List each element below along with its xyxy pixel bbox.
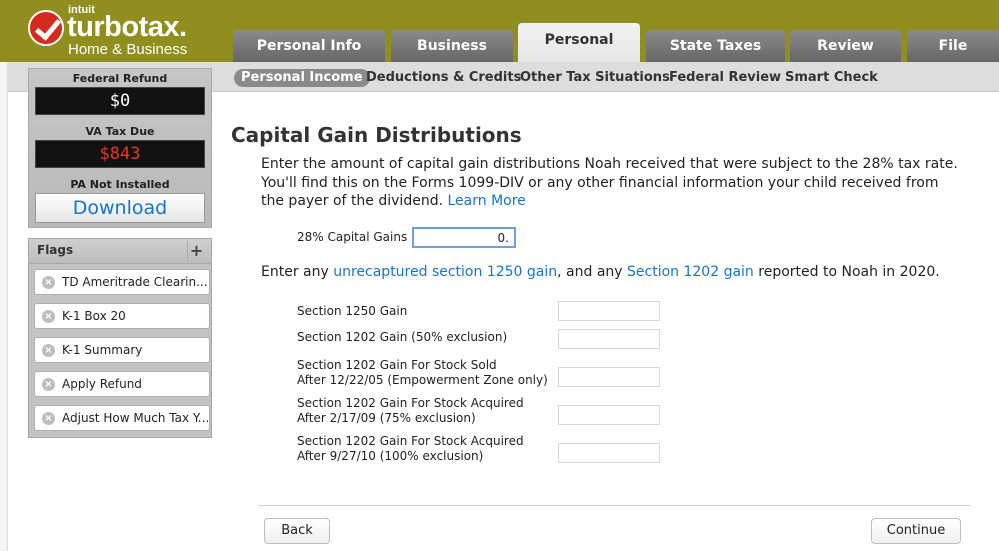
capital-gains-28-input[interactable] [412,227,516,248]
unrecaptured-1250-link[interactable]: unrecaptured section 1250 gain [333,264,557,280]
flag-label: TD Ameritrade Clearin... [62,275,208,289]
download-button[interactable]: Download [35,193,205,223]
remove-flag-icon[interactable]: × [42,378,55,391]
page-title: Capital Gain Distributions [231,123,522,147]
gain-instructions-suffix: reported to Noah in 2020. [758,264,940,280]
section-1250-gain-label: Section 1250 Gain [297,304,408,318]
section-1202-empowerment-input[interactable] [558,367,660,387]
flag-label: K-1 Box 20 [62,309,126,323]
back-button[interactable]: Back [264,518,330,544]
main-tabs: Personal Info Business Personal State Ta… [0,0,999,62]
intro-text: Enter the amount of capital gain distrib… [261,155,961,211]
tab-personal-info[interactable]: Personal Info [233,30,385,62]
refund-meter: Federal Refund $0 VA Tax Due $843 PA Not… [28,68,212,228]
background-window-edge [0,62,8,551]
capital-gains-28-label: 28% Capital Gains [297,230,408,244]
subnav-personal-income[interactable]: Personal Income [234,69,370,87]
tab-review[interactable]: Review [790,30,901,62]
gain-instructions: Enter any unrecaptured section 1250 gain… [261,264,981,280]
section-1202-empowerment-label: Section 1202 Gain For Stock Sold After 12… [297,358,548,387]
flag-item[interactable]: × Adjust How Much Tax Y... [34,405,210,431]
remove-flag-icon[interactable]: × [42,344,55,357]
section-1202-100-input[interactable] [558,443,660,463]
subnav-federal-review[interactable]: Federal Review [669,69,781,87]
flag-label: Apply Refund [62,377,142,391]
state-not-installed-label: PA Not Installed [70,178,170,191]
flags-list: × TD Ameritrade Clearin... × K-1 Box 20 … [28,264,212,438]
footer-divider [258,505,970,506]
section-1202-100-label: Section 1202 Gain For Stock Acquired Afte… [297,434,524,463]
flag-label: Adjust How Much Tax Y... [62,411,210,425]
subnav-other-tax-situations[interactable]: Other Tax Situations [520,69,670,87]
flags-title: Flags [37,243,74,257]
tab-state-taxes[interactable]: State Taxes [646,30,785,62]
state-tax-due-label: VA Tax Due [85,125,155,138]
flag-item[interactable]: × TD Ameritrade Clearin... [34,269,210,295]
section-1202-50-label: Section 1202 Gain (50% exclusion) [297,330,508,344]
subnav-deductions-credits[interactable]: Deductions & Credits [366,69,521,87]
remove-flag-icon[interactable]: × [42,310,55,323]
learn-more-link[interactable]: Learn More [447,193,525,209]
gain-instructions-prefix: Enter any [261,264,329,280]
subnav-smart-check[interactable]: Smart Check [785,69,878,87]
flags-header: Flags + [28,238,212,264]
state-tax-due-value: $843 [35,140,205,168]
section-1202-link[interactable]: Section 1202 gain [627,264,754,280]
intro-body: Enter the amount of capital gain distrib… [261,156,958,209]
flag-label: K-1 Summary [62,343,143,357]
flag-item[interactable]: × K-1 Summary [34,337,210,363]
section-1202-50-input[interactable] [558,329,660,349]
federal-refund-value: $0 [35,87,205,115]
section-1202-75-label: Section 1202 Gain For Stock Acquired Afte… [297,396,524,425]
continue-button[interactable]: Continue [871,518,961,544]
flag-item[interactable]: × Apply Refund [34,371,210,397]
remove-flag-icon[interactable]: × [42,412,55,425]
federal-refund-label: Federal Refund [72,72,168,85]
section-1250-gain-input[interactable] [558,301,660,321]
tab-personal[interactable]: Personal [518,23,640,62]
gain-instructions-middle: , and any [557,264,623,280]
tab-file[interactable]: File [907,30,999,62]
tab-business[interactable]: Business [391,30,513,62]
add-flag-button[interactable]: + [187,241,205,261]
section-1202-75-input[interactable] [558,405,660,425]
flag-item[interactable]: × K-1 Box 20 [34,303,210,329]
remove-flag-icon[interactable]: × [42,276,55,289]
